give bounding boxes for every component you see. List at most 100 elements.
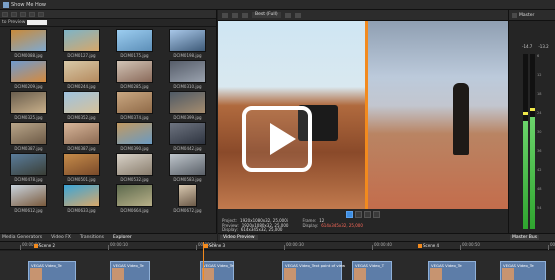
back-icon[interactable] bbox=[2, 11, 8, 17]
thumbnail-caption: DCIM0672.jpg bbox=[173, 208, 202, 213]
thumbnail-image bbox=[10, 60, 47, 83]
thumbnail-caption: DCIM0442.jpg bbox=[173, 146, 202, 151]
clip-thumbnail bbox=[30, 268, 42, 280]
thumbnail-image bbox=[169, 29, 206, 52]
split-screen-icon[interactable] bbox=[232, 12, 238, 18]
clip-thumbnail bbox=[502, 268, 514, 280]
thumbnail-item[interactable]: DCIM0390.jpg bbox=[110, 122, 159, 152]
copy-snapshot-icon[interactable] bbox=[294, 12, 301, 18]
tab-transitions[interactable]: Transitions bbox=[80, 235, 104, 240]
thumbnail-item[interactable]: DCIM0612.jpg bbox=[4, 184, 53, 214]
tab-video-fx[interactable]: Video FX bbox=[51, 235, 71, 240]
thumbnail-image bbox=[10, 184, 47, 207]
app-logo-icon bbox=[3, 1, 9, 8]
thumbnail-item[interactable]: DCIM0325.jpg bbox=[4, 91, 53, 121]
thumbnail-item[interactable]: DCIM0374.jpg bbox=[110, 91, 159, 121]
delete-icon[interactable] bbox=[38, 11, 44, 17]
thumbnail-caption: DCIM0310.jpg bbox=[173, 84, 202, 89]
thumbnail-image bbox=[169, 91, 206, 114]
playhead[interactable] bbox=[203, 242, 204, 280]
thumbnail-item[interactable]: DCIM0399.jpg bbox=[163, 91, 212, 121]
tab-video-preview[interactable]: Video Preview bbox=[220, 235, 258, 240]
ruler-label: 00:00:40 bbox=[374, 242, 392, 247]
thumbnail-item[interactable]: DCIM0352.jpg bbox=[57, 91, 106, 121]
thumbnail-item[interactable]: DCIM0633.jpg bbox=[57, 184, 106, 214]
thumbnail-image bbox=[63, 29, 100, 52]
overlay-icon[interactable] bbox=[242, 12, 248, 18]
preview-tabs: Video Preview bbox=[218, 233, 508, 241]
master-label: Master bbox=[519, 12, 535, 18]
thumbnail-item[interactable]: DCIM0532.jpg bbox=[110, 153, 159, 183]
thumbnail-item[interactable]: DCIM0501.jpg bbox=[57, 153, 106, 183]
thumbnail-caption: DCIM0633.jpg bbox=[67, 208, 96, 213]
thumbnail-grid: DCIM0088.jpg DCIM0127.jpg DCIM0175.jpg DCIM… bbox=[4, 29, 214, 229]
preview-toolbar: Best (Full) bbox=[218, 10, 508, 21]
timeline-clip[interactable]: VEGAS Video_Te bbox=[500, 261, 546, 280]
snapshot-icon[interactable] bbox=[284, 12, 291, 18]
thumbnail-caption: DCIM0198.jpg bbox=[173, 53, 202, 58]
thumbnail-item[interactable]: DCIM0198.jpg bbox=[163, 29, 212, 59]
thumbnail-item[interactable]: DCIM0244.jpg bbox=[57, 60, 106, 90]
thumbnail-caption: DCIM0387.jpg bbox=[67, 146, 96, 151]
timeline-clip[interactable]: VEGAS Video_T bbox=[352, 261, 392, 280]
thumbnail-caption: DCIM0387.jpg bbox=[14, 146, 43, 151]
timeline-clip[interactable]: VEGAS Video_Te bbox=[200, 261, 234, 280]
thumbnail-item[interactable]: DCIM0387.jpg bbox=[57, 122, 106, 152]
thumbnail-item[interactable]: DCIM0127.jpg bbox=[57, 29, 106, 59]
ruler-tick bbox=[548, 245, 549, 250]
timeline-marker[interactable]: Scene 3 bbox=[204, 243, 225, 248]
tab-explorer[interactable]: Explorer bbox=[113, 235, 132, 240]
marker-label: Scene 4 bbox=[423, 243, 440, 248]
thumbnail-item[interactable]: DCIM0209.jpg bbox=[4, 60, 53, 90]
pause-button[interactable] bbox=[355, 210, 362, 218]
thumbnail-image bbox=[10, 153, 47, 176]
timeline-clip[interactable]: VEGAS Video_Te bbox=[110, 261, 150, 280]
thumbnail-item[interactable]: DCIM0285.jpg bbox=[110, 60, 159, 90]
left-peak-indicator bbox=[523, 111, 528, 115]
preview-info: Project: 1920x1080x32, 25,000i Preview: 19… bbox=[218, 218, 508, 233]
thumbnail-image bbox=[63, 184, 100, 207]
play-overlay-button[interactable] bbox=[242, 106, 312, 172]
thumbnail-caption: DCIM0664.jpg bbox=[120, 208, 149, 213]
stop-button[interactable] bbox=[364, 210, 371, 218]
fx-icon[interactable] bbox=[512, 12, 517, 18]
thumbnail-item[interactable]: DCIM0583.jpg bbox=[163, 153, 212, 183]
explorer-toolbar bbox=[0, 10, 216, 19]
thumbnail-item[interactable]: DCIM0387.jpg bbox=[4, 122, 53, 152]
thumbnail-caption: DCIM0088.jpg bbox=[14, 53, 43, 58]
tab-media-generators[interactable]: Media Generators bbox=[2, 235, 42, 240]
timeline-clip[interactable]: VEGAS Video_Text point of view bbox=[282, 261, 345, 280]
clip-thumbnail bbox=[284, 268, 296, 280]
timeline-clip[interactable]: VEGAS Video_Te bbox=[428, 261, 476, 280]
timeline-marker[interactable]: Scene 4 bbox=[418, 243, 439, 248]
filter-field[interactable] bbox=[27, 20, 48, 25]
thumbnail-item[interactable]: DCIM0088.jpg bbox=[4, 29, 53, 59]
timeline-marker[interactable]: Scene 2 bbox=[34, 243, 55, 248]
loop-button[interactable] bbox=[373, 210, 380, 218]
thumbnail-image bbox=[178, 184, 197, 207]
timeline: 00:00:0000:00:1000:00:2000:00:3000:00:40… bbox=[0, 241, 555, 280]
thumbnail-caption: DCIM0390.jpg bbox=[120, 146, 149, 151]
tab-master-bus[interactable]: Master Bus bbox=[510, 235, 540, 240]
view-mode-icon[interactable] bbox=[29, 11, 35, 17]
thumbnail-item[interactable]: DCIM0175.jpg bbox=[110, 29, 159, 59]
play-button[interactable] bbox=[346, 210, 353, 218]
ruler-tick bbox=[108, 245, 109, 250]
thumbnail-caption: DCIM0374.jpg bbox=[120, 115, 149, 120]
thumbnail-image bbox=[116, 153, 153, 176]
thumbnail-item[interactable]: DCIM0672.jpg bbox=[163, 184, 212, 214]
split-divider[interactable] bbox=[365, 21, 368, 209]
timeline-ruler[interactable]: 00:00:0000:00:1000:00:2000:00:3000:00:40… bbox=[0, 242, 555, 250]
forward-icon[interactable] bbox=[11, 11, 17, 17]
thumbnail-image bbox=[63, 60, 100, 83]
thumbnail-item[interactable]: DCIM0664.jpg bbox=[110, 184, 159, 214]
thumbnail-item[interactable]: DCIM0478.jpg bbox=[4, 153, 53, 183]
preview-settings-icon[interactable] bbox=[222, 12, 228, 18]
up-folder-icon[interactable] bbox=[20, 11, 26, 17]
thumbnail-item[interactable]: DCIM0442.jpg bbox=[163, 122, 212, 152]
marker-flag-icon bbox=[34, 243, 38, 248]
thumbnail-item[interactable]: DCIM0310.jpg bbox=[163, 60, 212, 90]
thumbnail-image bbox=[116, 91, 153, 114]
timeline-clip[interactable]: VEGAS Video_Te bbox=[28, 261, 76, 280]
preview-quality-select[interactable]: Best (Full) bbox=[252, 12, 281, 18]
